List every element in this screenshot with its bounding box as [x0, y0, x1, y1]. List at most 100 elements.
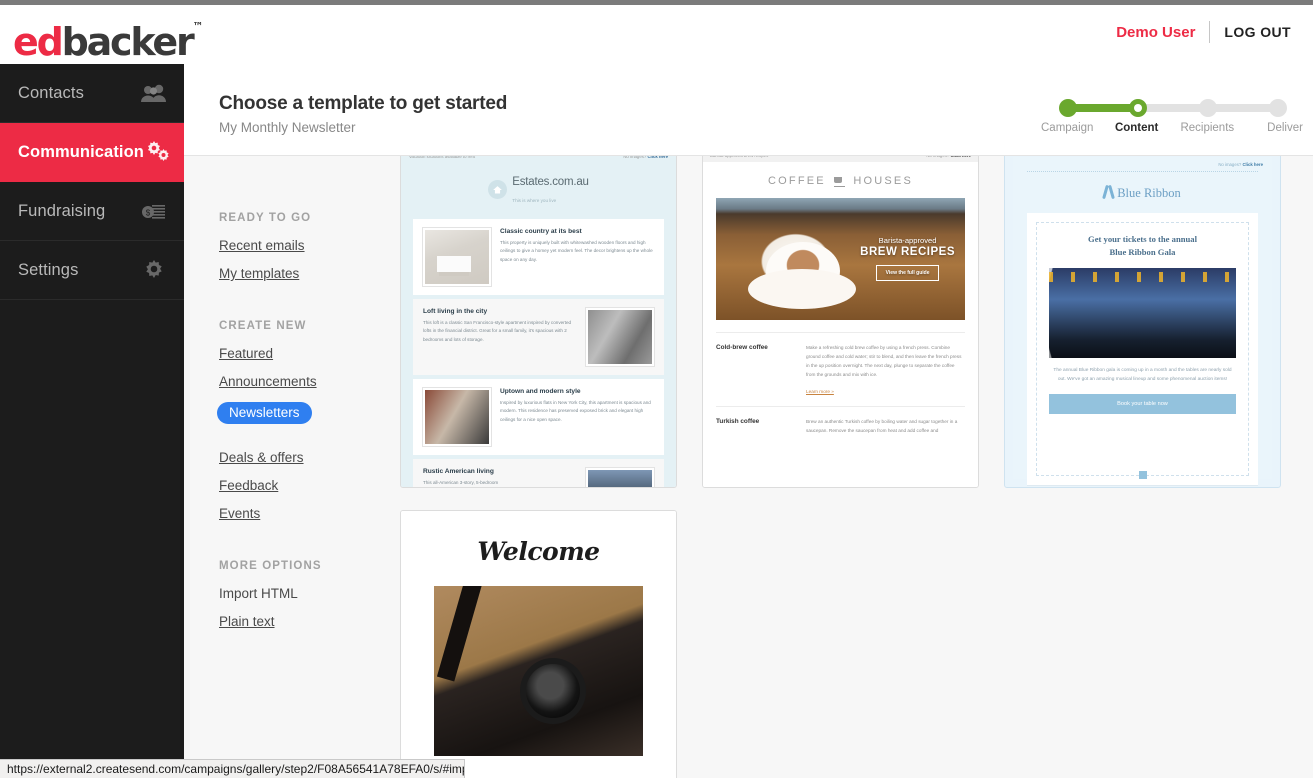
wizard-dot-deliver[interactable] — [1269, 99, 1287, 117]
people-icon — [140, 81, 168, 105]
preview-block: Rustic American living This all-American… — [413, 458, 664, 487]
logo-text-primary: ed — [13, 20, 64, 64]
logout-button[interactable]: LOG OUT — [1224, 24, 1291, 40]
category-link-announcements[interactable]: Announcements — [219, 374, 379, 389]
template-grid: vacation, try a scenic hike, boat rides … — [400, 156, 1300, 778]
no-images-label: No images? — [623, 156, 647, 159]
block-heading: Rustic American living — [423, 467, 494, 475]
headline: Get your tickets to the annual Blue Ribb… — [1049, 233, 1236, 259]
template-row-welcome: Welcome — [400, 510, 1300, 778]
preview-image — [586, 307, 654, 366]
template-preview: Vacation locations available to rent No … — [401, 156, 676, 487]
preview-preheader: No images? Click here — [1013, 157, 1272, 169]
camera-lens-shape — [525, 664, 580, 719]
block-heading: Classic country at its best — [500, 227, 582, 235]
category-link-recent-emails[interactable]: Recent emails — [219, 238, 379, 253]
wizard-labels: Campaign Content Recipients Deliver — [1041, 122, 1303, 134]
edbacker-logo[interactable]: edbacker™ — [13, 20, 204, 64]
preview-block: Classic country at its best This propert… — [413, 218, 664, 295]
row-body-text: Make a refreshing cold brew coffee by us… — [806, 345, 962, 377]
preheader-left: Vacation locations available to rent — [409, 156, 476, 159]
house-icon — [488, 180, 508, 200]
divider — [1209, 21, 1211, 43]
template-preview: No images? Click here Blue Ribbon Get yo… — [1005, 156, 1280, 487]
brand-text: Estates.com.au This is where you live — [512, 173, 589, 207]
sidebar-item-settings[interactable]: Settings — [0, 241, 184, 300]
brand-name-right: HOUSES — [853, 175, 913, 187]
wizard-label-recipients[interactable]: Recipients — [1176, 122, 1238, 134]
svg-text:$: $ — [146, 209, 151, 218]
wizard-label-content[interactable]: Content — [1106, 122, 1168, 134]
template-card-blue-ribbon[interactable]: No images? Click here Blue Ribbon Get yo… — [1004, 156, 1281, 488]
preview-preheader: Vacation locations available to rent No … — [401, 156, 676, 163]
sidebar-item-label: Fundraising — [18, 201, 106, 220]
block-heading: Uptown and modern style — [500, 387, 581, 395]
category-link-featured[interactable]: Featured — [219, 346, 379, 361]
wizard-dot-campaign[interactable] — [1059, 99, 1077, 117]
ribbon-icon — [1104, 185, 1113, 199]
sidebar-item-fundraising[interactable]: Fundraising $ — [0, 182, 184, 241]
preview-image — [423, 387, 491, 446]
logo-text-secondary: backer — [61, 20, 195, 64]
category-group-title-create: CREATE NEW — [219, 320, 307, 332]
preview-dashed-box: Get your tickets to the annual Blue Ribb… — [1036, 222, 1249, 479]
brand-name: Blue Ribbon — [1117, 186, 1181, 200]
gears-icon — [144, 140, 172, 164]
script-title: Welcome — [477, 537, 600, 566]
hero-subtitle: Barista-approved — [878, 236, 937, 245]
learn-more-link: Learn more » — [806, 388, 834, 394]
hero-title: BREW RECIPES — [860, 246, 955, 258]
block-body: Inspired by luxurious flats in New York … — [500, 399, 651, 422]
wizard-label-deliver[interactable]: Deliver — [1247, 122, 1303, 134]
current-user-name[interactable]: Demo User — [1116, 24, 1195, 41]
category-link-plain-text[interactable]: Plain text — [219, 614, 379, 629]
wizard-dots — [1059, 99, 1287, 117]
preview-block: Loft living in the city This loft is a c… — [413, 298, 664, 375]
category-link-events[interactable]: Events — [219, 506, 379, 521]
template-card-coffee-houses[interactable]: Barista-approved brew recipes No images?… — [702, 156, 979, 488]
sidebar-item-communication[interactable]: Communication — [0, 123, 184, 182]
preview-hero-image: Barista-approved BREW RECIPES View the f… — [716, 198, 965, 320]
wizard-label-campaign[interactable]: Campaign — [1041, 122, 1097, 134]
gear-icon — [140, 258, 168, 282]
sidebar-item-contacts[interactable]: Contacts — [0, 64, 184, 123]
preview-block: Uptown and modern style Inspired by luxu… — [413, 378, 664, 455]
preview-row: Turkish coffee Brew an authentic Turkish… — [716, 405, 965, 445]
preview-image — [423, 227, 491, 286]
no-images-label: No images? — [1218, 162, 1242, 167]
preheader-right: No images? Click here — [926, 156, 971, 158]
brand-name: Estates.com.au — [512, 176, 589, 188]
resize-handle — [1138, 471, 1147, 479]
block-body: This all-American 3-story, 5-bedroom — [423, 479, 499, 485]
category-link-deals-offers[interactable]: Deals & offers — [219, 450, 379, 465]
block-heading: Loft living in the city — [423, 307, 488, 315]
preview-brand: Blue Ribbon — [1013, 172, 1272, 213]
template-card-estates[interactable]: Vacation locations available to rent No … — [400, 156, 677, 488]
preview-body: No images? Click here Blue Ribbon Get yo… — [1013, 157, 1272, 485]
page-heading: Choose a template to get started My Mont… — [219, 93, 507, 135]
category-link-import-html[interactable]: Import HTML — [219, 586, 379, 601]
category-link-my-templates[interactable]: My templates — [219, 266, 379, 281]
headline-line1: Get your tickets to the annual — [1088, 234, 1197, 244]
category-group-title-ready: READY TO GO — [219, 212, 312, 224]
preview-sheet: Get your tickets to the annual Blue Ribb… — [1027, 213, 1258, 485]
row-heading: Turkish coffee — [716, 417, 760, 425]
category-group-title-more: MORE OPTIONS — [219, 560, 322, 572]
brand-tagline: This is where you live — [512, 197, 557, 203]
preview-copy: Loft living in the city This loft is a c… — [423, 308, 577, 366]
template-preview: Welcome — [401, 511, 676, 778]
block-body: This loft is a classic San Francisco-sty… — [423, 319, 572, 342]
preview-rows: Cold-brew coffee Make a refreshing cold … — [703, 332, 978, 444]
category-link-newsletters[interactable]: Newsletters — [217, 402, 312, 424]
preview-copy: Uptown and modern style Inspired by luxu… — [500, 388, 654, 446]
wizard-dot-recipients[interactable] — [1199, 99, 1217, 117]
wizard-dot-content[interactable] — [1129, 99, 1147, 117]
row-body: Make a refreshing cold brew coffee by us… — [806, 344, 965, 397]
preheader-right: No images? Click here — [623, 156, 668, 159]
category-link-feedback[interactable]: Feedback — [219, 478, 379, 493]
campaign-name: My Monthly Newsletter — [219, 120, 356, 135]
user-area: Demo User LOG OUT — [1116, 21, 1291, 43]
template-card-welcome[interactable]: Welcome — [400, 510, 677, 778]
